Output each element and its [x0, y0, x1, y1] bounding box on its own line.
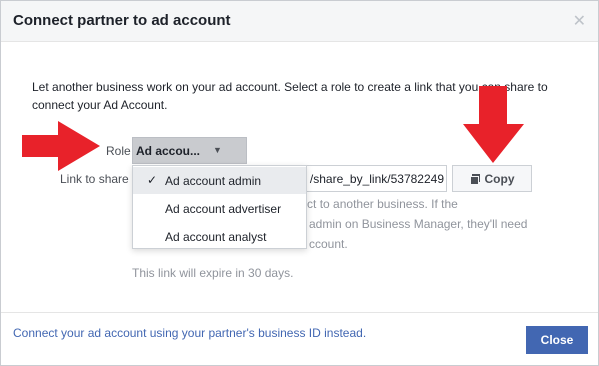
close-icon[interactable]: ✕ — [573, 11, 586, 31]
chevron-down-icon: ▼ — [213, 145, 222, 155]
connect-partner-dialog: Connect partner to ad account ✕ Let anot… — [0, 0, 599, 366]
dropdown-item-label: Ad account analyst — [165, 230, 267, 244]
role-label: Role — [106, 144, 131, 158]
footer-divider — [1, 312, 598, 313]
link-label: Link to share — [60, 172, 129, 186]
close-button[interactable]: Close — [526, 326, 588, 354]
copy-button[interactable]: Copy — [452, 165, 532, 192]
dialog-title: Connect partner to ad account — [13, 12, 231, 29]
down-arrow-annotation-icon — [463, 86, 524, 163]
dropdown-item-ad-account-admin[interactable]: ✓ Ad account admin — [133, 167, 306, 194]
role-select[interactable]: Ad accou... ▼ — [132, 137, 247, 164]
right-arrow-annotation-icon — [22, 121, 100, 171]
dropdown-item-label: Ad account admin — [165, 174, 262, 188]
copy-icon — [469, 173, 480, 185]
dialog-header: Connect partner to ad account ✕ — [1, 1, 598, 42]
checkmark-icon: ✓ — [147, 173, 158, 187]
dropdown-item-ad-account-analyst[interactable]: Ad account analyst — [133, 223, 306, 250]
expire-text: This link will expire in 30 days. — [132, 266, 294, 280]
dropdown-item-ad-account-advertiser[interactable]: Ad account advertiser — [133, 195, 306, 222]
dropdown-item-label: Ad account advertiser — [165, 202, 282, 216]
role-dropdown-menu: ✓ Ad account admin Ad account advertiser… — [132, 165, 307, 249]
copy-label: Copy — [484, 171, 515, 186]
business-id-link[interactable]: Connect your ad account using your partn… — [13, 326, 366, 340]
share-link-value: /share_by_link/53782249 — [309, 172, 444, 186]
role-select-value: Ad accou... — [136, 144, 201, 158]
